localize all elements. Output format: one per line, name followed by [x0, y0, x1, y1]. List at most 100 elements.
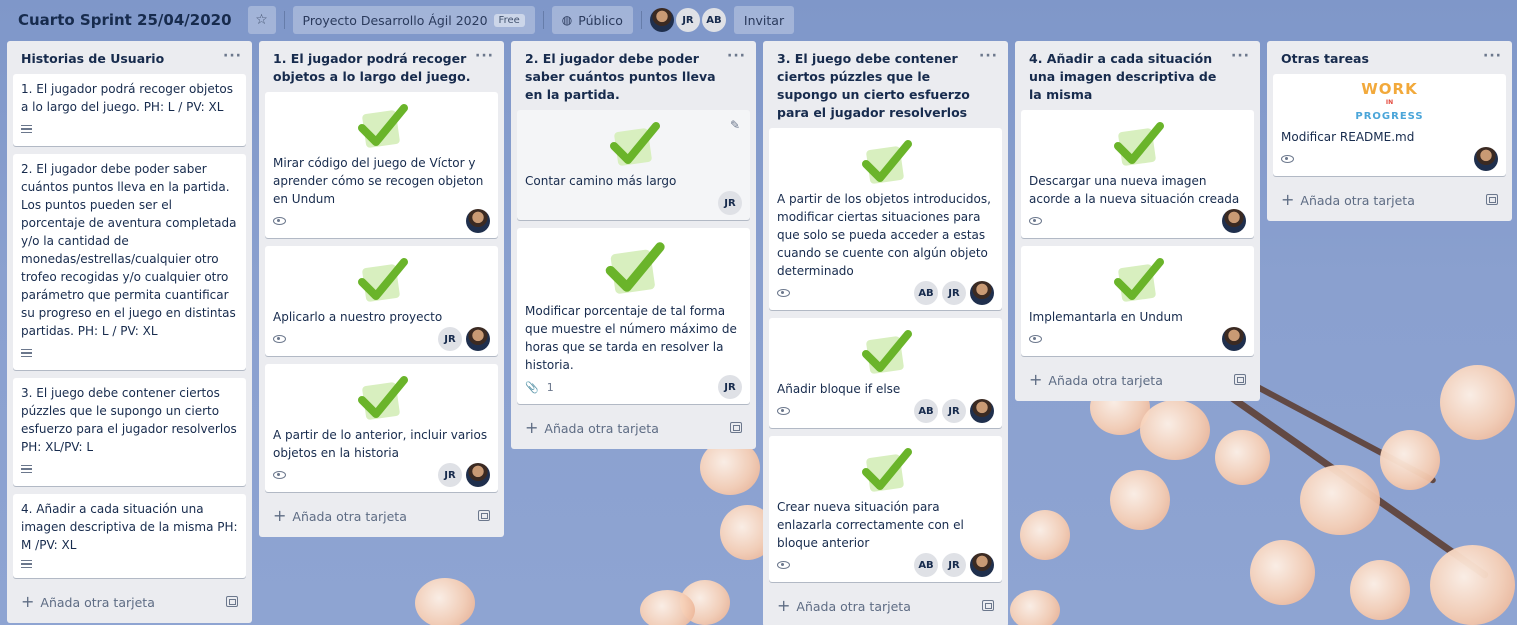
check-icon — [273, 98, 490, 154]
description-icon — [21, 464, 32, 474]
list-otras-tareas: Otras tareas ··· WORK IN PROGRESS Modifi… — [1267, 41, 1512, 221]
card-title: Modificar README.md — [1281, 130, 1415, 144]
member-avatar-ab[interactable]: AB — [914, 399, 938, 423]
list-title[interactable]: Otras tareas — [1281, 50, 1481, 68]
member-avatar-photo[interactable] — [1222, 327, 1246, 351]
template-icon[interactable] — [226, 596, 238, 607]
plus-icon: + — [21, 592, 35, 611]
card[interactable]: WORK IN PROGRESS Modificar README.md — [1273, 74, 1506, 176]
list-title[interactable]: 2. El jugador debe poder saber cuántos p… — [525, 50, 725, 104]
list-title[interactable]: 3. El juego debe contener ciertos púzzle… — [777, 50, 977, 122]
template-icon[interactable] — [982, 600, 994, 611]
card[interactable]: ✎ Contar camino más largo JR — [517, 110, 750, 220]
add-card-button[interactable]: + Añada otra tarjeta — [1273, 184, 1506, 215]
member-avatar-ab[interactable]: AB — [914, 281, 938, 305]
team-button[interactable]: Proyecto Desarrollo Ágil 2020 Free — [292, 6, 535, 34]
list-puzzles: 3. El juego debe contener ciertos púzzle… — [763, 41, 1008, 625]
card[interactable]: 2. El jugador debe poder saber cuántos p… — [13, 154, 246, 370]
card[interactable]: Modificar porcentaje de tal forma que mu… — [517, 228, 750, 404]
card-title: 2. El jugador debe poder saber cuántos p… — [21, 162, 237, 338]
member-avatar-photo[interactable] — [466, 463, 490, 487]
card[interactable]: Crear nueva situación para enlazarla cor… — [769, 436, 1002, 582]
member-avatar-jr[interactable]: JR — [942, 281, 966, 305]
list-menu-icon[interactable]: ··· — [1483, 49, 1502, 63]
list-menu-icon[interactable]: ··· — [223, 49, 242, 63]
watch-icon — [273, 217, 286, 225]
list-recoger-objetos: 1. El jugador podrá recoger objetos a lo… — [259, 41, 504, 537]
member-avatar-photo[interactable] — [970, 399, 994, 423]
add-card-button[interactable]: + Añada otra tarjeta — [1021, 364, 1254, 395]
card-title: Modificar porcentaje de tal forma que mu… — [525, 304, 737, 372]
card-title: Contar camino más largo — [525, 174, 677, 188]
member-avatar-jr[interactable]: JR — [942, 553, 966, 577]
member-avatar-photo[interactable] — [970, 553, 994, 577]
add-card-label: Añada otra tarjeta — [1300, 193, 1415, 208]
add-card-label: Añada otra tarjeta — [40, 595, 155, 610]
list-menu-icon[interactable]: ··· — [727, 49, 746, 63]
card[interactable]: 3. El juego debe contener ciertos púzzle… — [13, 378, 246, 486]
member-avatar-jr[interactable]: JR — [718, 191, 742, 215]
member-avatar-photo[interactable] — [970, 281, 994, 305]
visibility-button[interactable]: ◍ Público — [551, 6, 633, 34]
member-avatar-jr[interactable]: JR — [438, 463, 462, 487]
template-icon[interactable] — [730, 422, 742, 433]
member-avatar-photo[interactable] — [1474, 147, 1498, 171]
member-avatar-jr[interactable]: JR — [718, 375, 742, 399]
edit-pencil-icon[interactable]: ✎ — [730, 118, 740, 132]
member-avatar-ab[interactable]: AB — [701, 8, 726, 32]
add-card-button[interactable]: + Añada otra tarjeta — [265, 500, 498, 531]
member-avatar-photo[interactable] — [466, 209, 490, 233]
list-title[interactable]: 4. Añadir a cada situación una imagen de… — [1029, 50, 1229, 104]
member-avatar-photo[interactable] — [1222, 209, 1246, 233]
check-icon — [525, 116, 742, 172]
check-icon — [1029, 252, 1246, 308]
star-button[interactable]: ☆ — [247, 6, 276, 34]
list-title[interactable]: 1. El jugador podrá recoger objetos a lo… — [273, 50, 473, 86]
card-title: Añadir bloque if else — [777, 382, 901, 396]
member-avatar-jr[interactable]: JR — [942, 399, 966, 423]
watch-icon — [273, 335, 286, 343]
plus-icon: + — [273, 506, 287, 525]
member-avatar-jr[interactable]: JR — [438, 327, 462, 351]
card[interactable]: Añadir bloque if else AB JR — [769, 318, 1002, 428]
add-card-button[interactable]: + Añada otra tarjeta — [769, 590, 1002, 621]
watch-icon — [273, 471, 286, 479]
card[interactable]: Implemantarla en Undum — [1021, 246, 1254, 356]
list-title[interactable]: Historias de Usuario — [21, 50, 221, 68]
template-icon[interactable] — [478, 510, 490, 521]
attachment-count: 1 — [546, 380, 554, 394]
card[interactable]: A partir de los objetos introducidos, mo… — [769, 128, 1002, 310]
list-menu-icon[interactable]: ··· — [475, 49, 494, 63]
board-members: JR AB — [649, 8, 726, 32]
visibility-label: Público — [578, 12, 623, 28]
card[interactable]: Descargar una nueva imagen acorde a la n… — [1021, 110, 1254, 238]
card-title: Aplicarlo a nuestro proyecto — [273, 310, 443, 324]
add-card-button[interactable]: + Añada otra tarjeta — [517, 412, 750, 443]
template-icon[interactable] — [1234, 374, 1246, 385]
member-avatar-jr[interactable]: JR — [675, 8, 700, 32]
check-icon — [777, 442, 994, 498]
watch-icon — [777, 407, 790, 415]
list-menu-icon[interactable]: ··· — [979, 49, 998, 63]
description-icon — [21, 559, 32, 569]
card[interactable]: A partir de lo anterior, incluir varios … — [265, 364, 498, 492]
template-icon[interactable] — [1486, 194, 1498, 205]
list-menu-icon[interactable]: ··· — [1231, 49, 1250, 63]
member-avatar-photo[interactable] — [649, 8, 674, 32]
card[interactable]: Mirar código del juego de Víctor y apren… — [265, 92, 498, 238]
check-icon — [777, 134, 994, 190]
member-avatar-ab[interactable]: AB — [914, 553, 938, 577]
plus-icon: + — [525, 418, 539, 437]
add-card-button[interactable]: + Añada otra tarjeta — [13, 586, 246, 617]
invite-button[interactable]: Invitar — [733, 6, 795, 34]
board-title[interactable]: Cuarto Sprint 25/04/2020 — [10, 11, 240, 29]
check-icon — [273, 252, 490, 308]
check-icon — [1029, 116, 1246, 172]
member-avatar-photo[interactable] — [466, 327, 490, 351]
card-title: Implemantarla en Undum — [1029, 310, 1183, 324]
watch-icon — [777, 561, 790, 569]
description-icon — [21, 348, 32, 358]
card[interactable]: 1. El jugador podrá recoger objetos a lo… — [13, 74, 246, 146]
card[interactable]: 4. Añadir a cada situación una imagen de… — [13, 494, 246, 578]
card[interactable]: Aplicarlo a nuestro proyecto JR — [265, 246, 498, 356]
